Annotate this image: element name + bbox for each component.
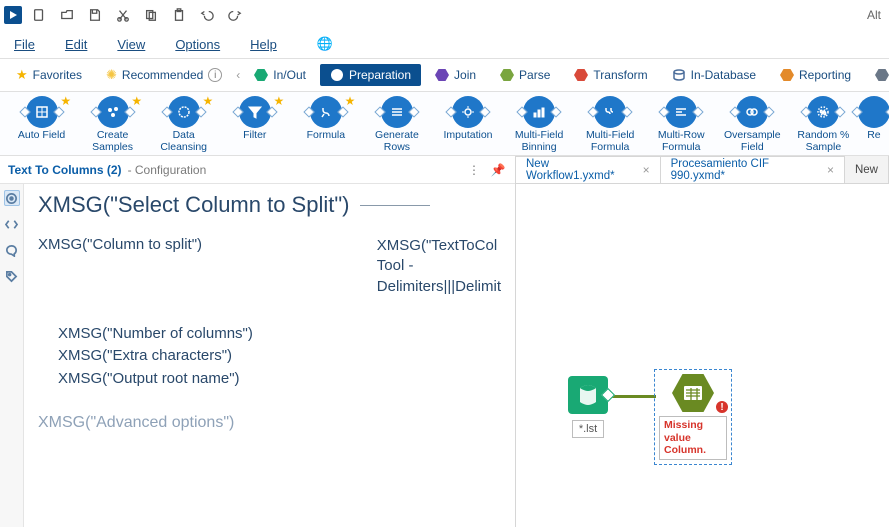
app-icon: [4, 6, 22, 24]
cat-join[interactable]: Join: [425, 64, 486, 86]
tool-oversample-field[interactable]: Oversample Field: [717, 94, 788, 153]
cat-transform[interactable]: Transform: [564, 64, 657, 86]
tool-overflow[interactable]: Re: [859, 94, 889, 142]
open-icon[interactable]: [56, 4, 78, 26]
close-icon[interactable]: ×: [827, 163, 834, 177]
rail-config-icon[interactable]: [4, 190, 20, 206]
tool-random-sample[interactable]: %Random % Sample: [788, 94, 859, 153]
label-num-columns: XMSG("Number of columns"): [58, 323, 501, 346]
input-tool-icon: [568, 376, 608, 414]
tab-workflow-2[interactable]: Procesamiento CIF 990.yxmd*×: [661, 156, 845, 183]
menu-help[interactable]: Help: [250, 37, 277, 52]
menu-edit[interactable]: Edit: [65, 37, 87, 52]
chevron-left-icon[interactable]: ‹: [236, 65, 240, 85]
cat-in-out[interactable]: In/Out: [244, 64, 316, 86]
label-advanced-options[interactable]: XMSG("Advanced options"): [38, 414, 501, 432]
more-icon[interactable]: ⋮: [465, 163, 483, 177]
help-icon[interactable]: i: [208, 68, 222, 82]
canvas-node-text-to-columns[interactable]: ! Missing value Column.: [654, 369, 732, 465]
tab-workflow-3[interactable]: New: [845, 156, 889, 183]
star-icon: ★: [16, 67, 28, 83]
svg-text:%: %: [820, 110, 826, 117]
rail-xml-icon[interactable]: [4, 216, 20, 232]
menu-file[interactable]: File: [14, 37, 35, 52]
label-delimiters: XMSG("TextToCol Tool - Delimiters|||Deli…: [377, 236, 501, 297]
close-icon[interactable]: ×: [643, 163, 650, 177]
star-icon: ★: [60, 94, 71, 108]
connection-line[interactable]: [608, 395, 656, 398]
canvas-node-input[interactable]: *.lst: [568, 376, 608, 438]
config-subtitle: - Configuration: [128, 163, 207, 177]
tool-data-cleansing[interactable]: ★Data Cleansing: [148, 94, 219, 153]
globe-icon[interactable]: 🌐: [317, 36, 333, 52]
label-extra-chars: XMSG("Extra characters"): [58, 345, 501, 368]
config-title: Text To Columns (2): [8, 163, 122, 177]
cat-in-database[interactable]: In-Database: [662, 64, 766, 86]
heading-rule: [360, 205, 430, 206]
tool-multi-field-binning[interactable]: Multi-Field Binning: [504, 94, 575, 153]
tool-auto-field[interactable]: ★Auto Field: [6, 94, 77, 142]
save-icon[interactable]: [84, 4, 106, 26]
menu-view[interactable]: View: [117, 37, 145, 52]
tool-multi-row-formula[interactable]: Multi-Row Formula: [646, 94, 717, 153]
copy-icon[interactable]: [140, 4, 162, 26]
star-icon: ★: [345, 94, 356, 108]
label-column-to-split: XMSG("Column to split"): [38, 236, 377, 297]
node-error-label: Missing value Column.: [659, 416, 727, 460]
star-icon: ★: [202, 94, 213, 108]
rail-tag-icon[interactable]: [4, 268, 20, 284]
rail-annotation-icon[interactable]: [4, 242, 20, 258]
sparkle-icon: ✺: [106, 67, 117, 83]
cat-parse[interactable]: Parse: [490, 64, 560, 86]
cat-reporting[interactable]: Reporting: [770, 64, 861, 86]
titlebar-hint: Alt: [867, 8, 885, 22]
workflow-canvas[interactable]: *.lst ! Missing value Column.: [516, 184, 889, 527]
redo-icon[interactable]: [224, 4, 246, 26]
cat-preparation[interactable]: Preparation: [320, 64, 421, 86]
menu-options[interactable]: Options: [175, 37, 220, 52]
star-icon: ★: [274, 94, 285, 108]
text-to-columns-icon: [672, 374, 714, 412]
cat-recommended[interactable]: ✺Recommendedi: [96, 63, 232, 87]
cat-favorites[interactable]: ★Favorites: [6, 63, 92, 87]
cat-documentation[interactable]: Documentation: [865, 64, 889, 86]
new-icon[interactable]: [28, 4, 50, 26]
tool-generate-rows[interactable]: Generate Rows: [361, 94, 432, 153]
star-icon: ★: [131, 94, 142, 108]
config-heading: XMSG("Select Column to Split"): [38, 192, 350, 218]
tool-filter[interactable]: ★Filter: [219, 94, 290, 142]
pin-icon[interactable]: 📌: [489, 163, 507, 177]
label-output-root: XMSG("Output root name"): [58, 368, 501, 391]
tool-multi-field-formula[interactable]: Multi-Field Formula: [575, 94, 646, 153]
undo-icon[interactable]: [196, 4, 218, 26]
node-label: *.lst: [572, 420, 604, 438]
tool-imputation[interactable]: Imputation: [432, 94, 503, 142]
error-badge-icon: !: [715, 400, 729, 414]
tool-formula[interactable]: ★Formula: [290, 94, 361, 142]
tab-workflow-1[interactable]: New Workflow1.yxmd*×: [516, 156, 661, 183]
paste-icon[interactable]: [168, 4, 190, 26]
tool-create-samples[interactable]: ★Create Samples: [77, 94, 148, 153]
cut-icon[interactable]: [112, 4, 134, 26]
